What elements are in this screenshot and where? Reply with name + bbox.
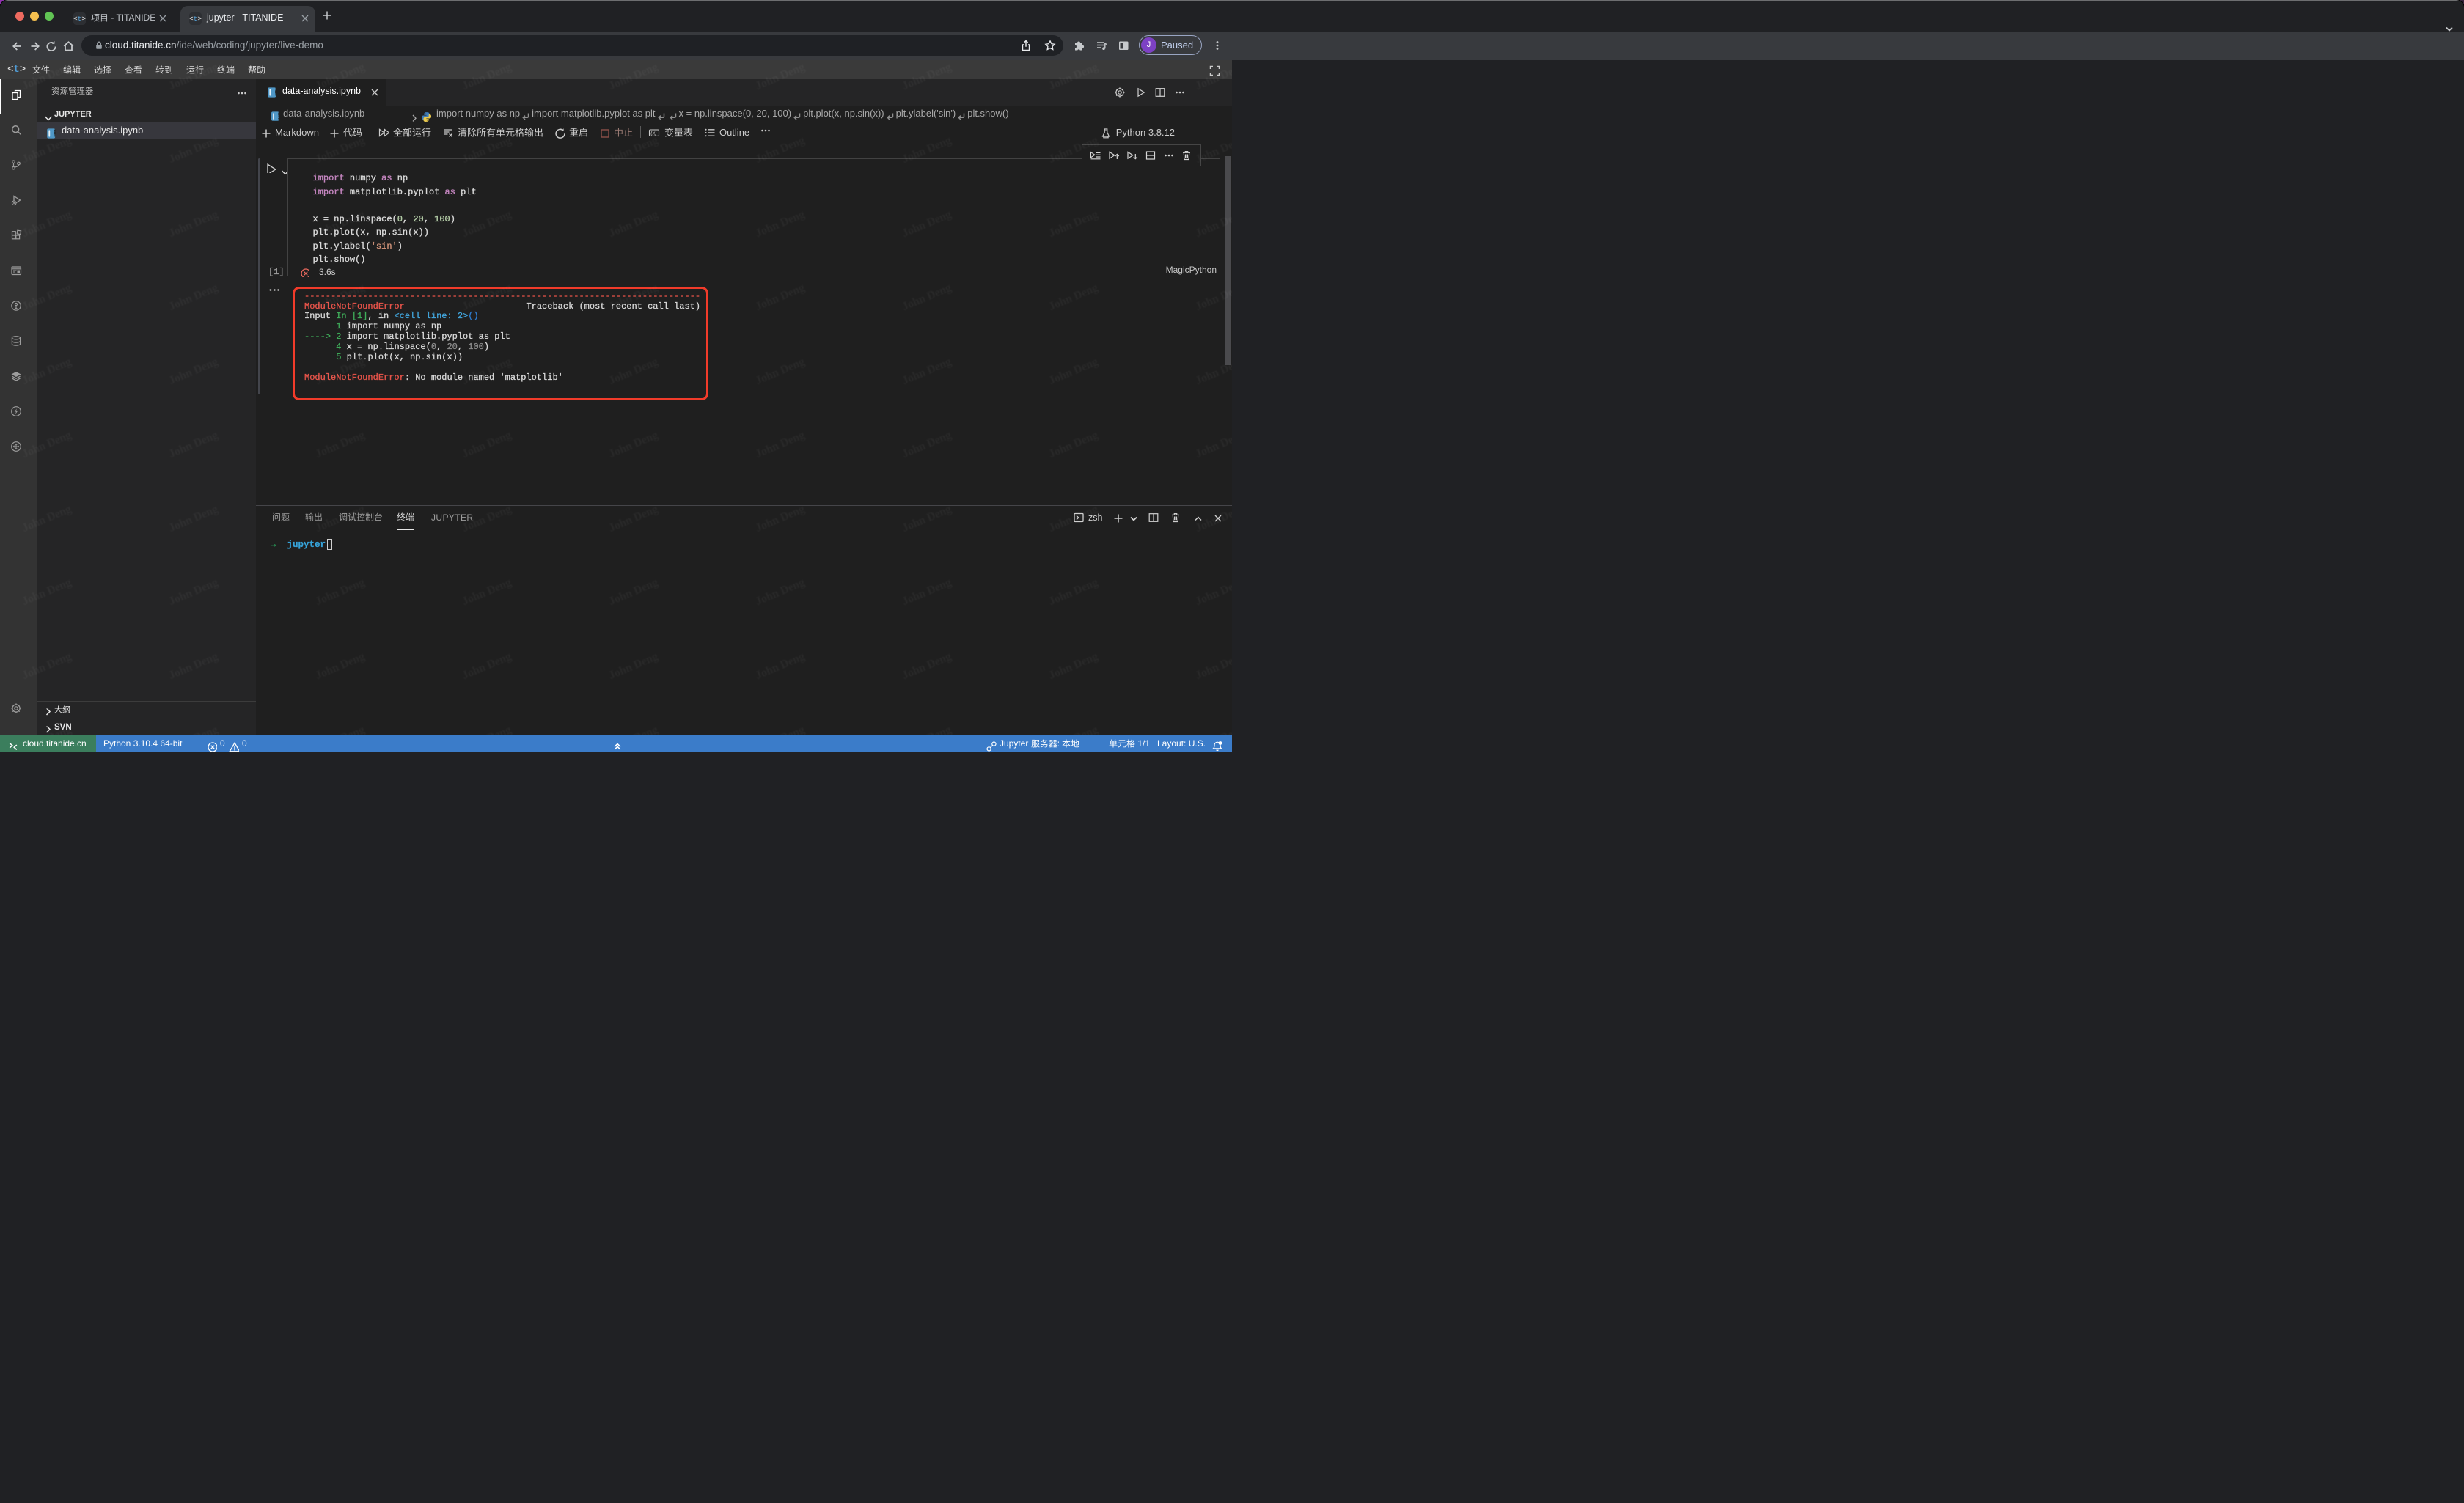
svg-text:(x): (x) (650, 130, 656, 136)
